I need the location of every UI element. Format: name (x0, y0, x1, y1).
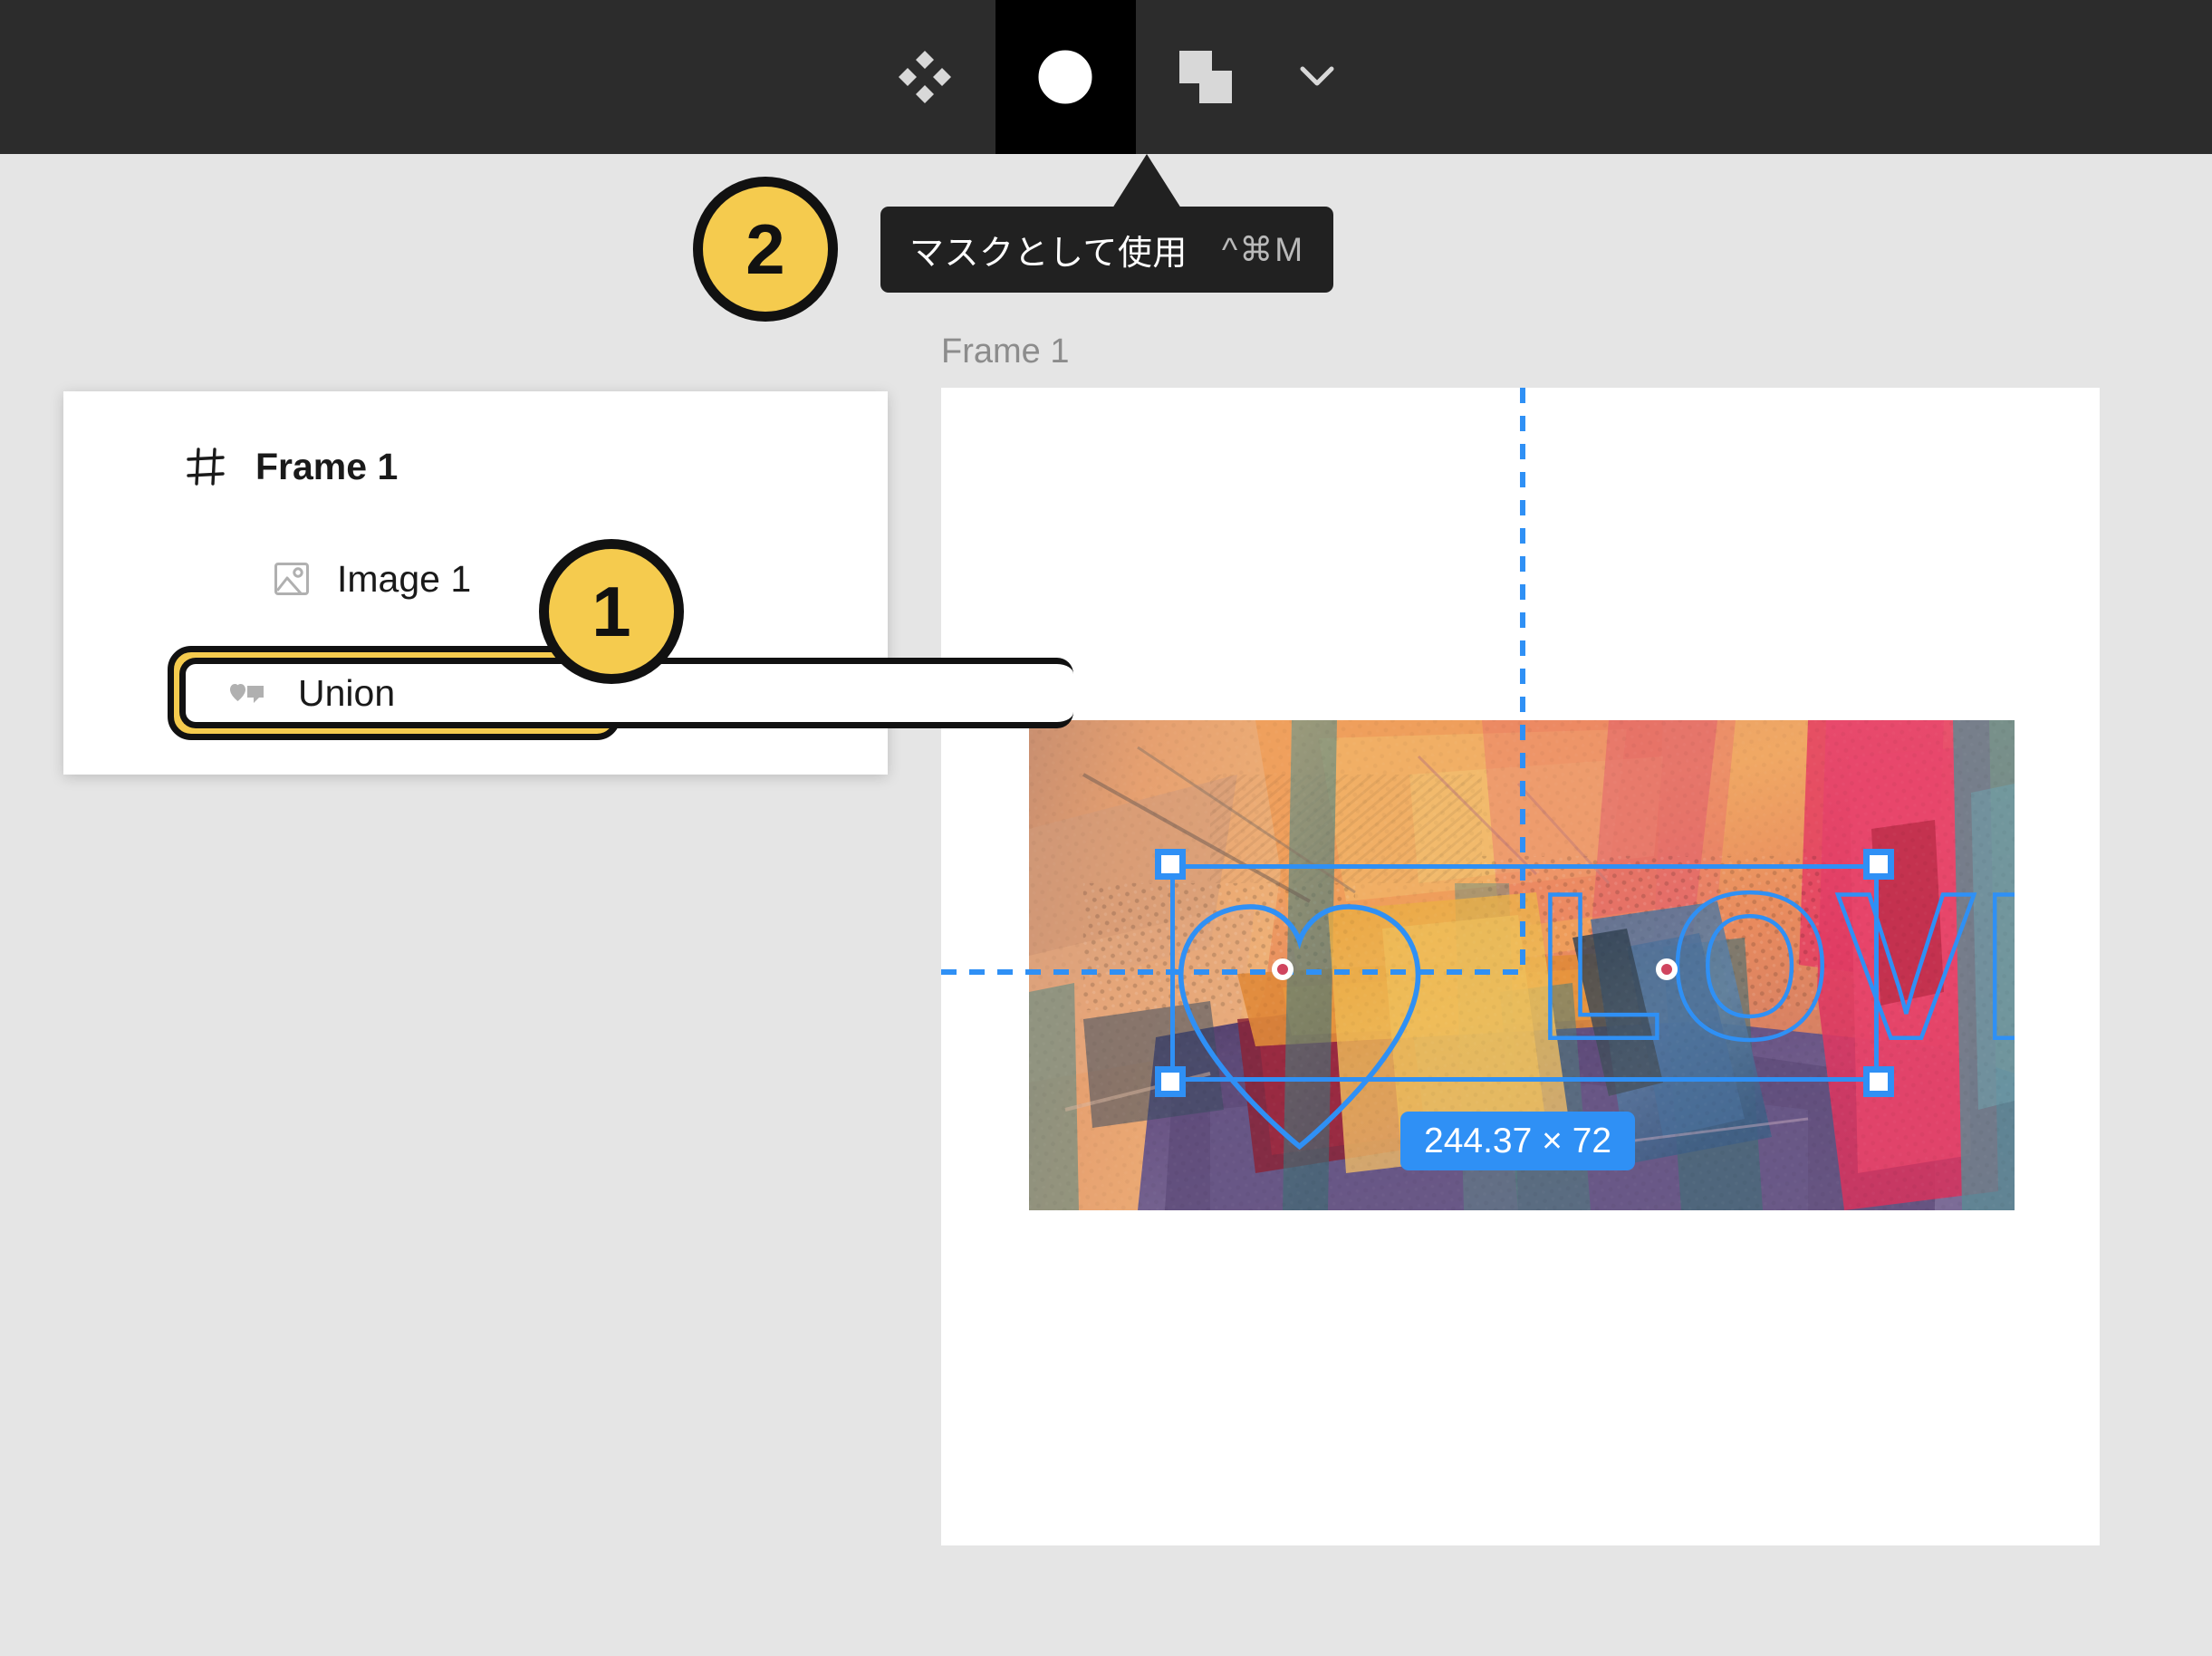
mask-tooltip: マスクとして使用 ^⌘M (880, 207, 1334, 293)
layer-row-frame-1[interactable]: Frame 1 (63, 428, 888, 505)
boolean-groups-toolbar-button[interactable] (1136, 0, 1276, 154)
boolean-dropdown-button[interactable] (1276, 0, 1358, 154)
selection-size-badge: 244.37 × 72 (1400, 1112, 1636, 1170)
mask-icon (1036, 48, 1094, 106)
canvas-frame-label[interactable]: Frame 1 (941, 332, 1069, 371)
layer-row-union-highlight[interactable]: Union (168, 646, 1073, 740)
image-icon (274, 561, 310, 597)
guide-vertical (1520, 388, 1525, 977)
tooltip-shortcut: ^⌘M (1221, 231, 1305, 268)
frame-icon (187, 448, 225, 486)
tooltip-arrow (1112, 154, 1181, 208)
components-toolbar-button[interactable] (855, 0, 995, 154)
shape-origin-dot-love[interactable] (1656, 958, 1678, 980)
layer-label-image-1: Image 1 (337, 557, 472, 600)
selection-handle-top-right[interactable] (1863, 849, 1894, 880)
callout-badge-2: 2 (693, 177, 838, 322)
shape-origin-dot-heart[interactable] (1272, 958, 1294, 980)
layer-row-image-1[interactable]: Image 1 (63, 540, 888, 618)
guide-horizontal (941, 969, 1530, 975)
chevron-down-icon (1299, 64, 1335, 91)
union-boolean-icon (229, 682, 271, 704)
layer-label-frame-1: Frame 1 (255, 445, 399, 487)
selection-handle-bottom-left[interactable] (1155, 1066, 1186, 1097)
callout-badge-1: 1 (539, 539, 684, 684)
components-icon (897, 49, 953, 105)
top-toolbar (0, 0, 2212, 154)
tooltip-label: マスクとして使用 (909, 235, 1188, 273)
selection-handle-top-left[interactable] (1155, 849, 1186, 880)
selection-handle-bottom-right[interactable] (1863, 1066, 1894, 1097)
layer-label-union: Union (298, 671, 396, 714)
boolean-groups-icon (1176, 47, 1236, 107)
mask-toolbar-button[interactable] (995, 0, 1136, 154)
